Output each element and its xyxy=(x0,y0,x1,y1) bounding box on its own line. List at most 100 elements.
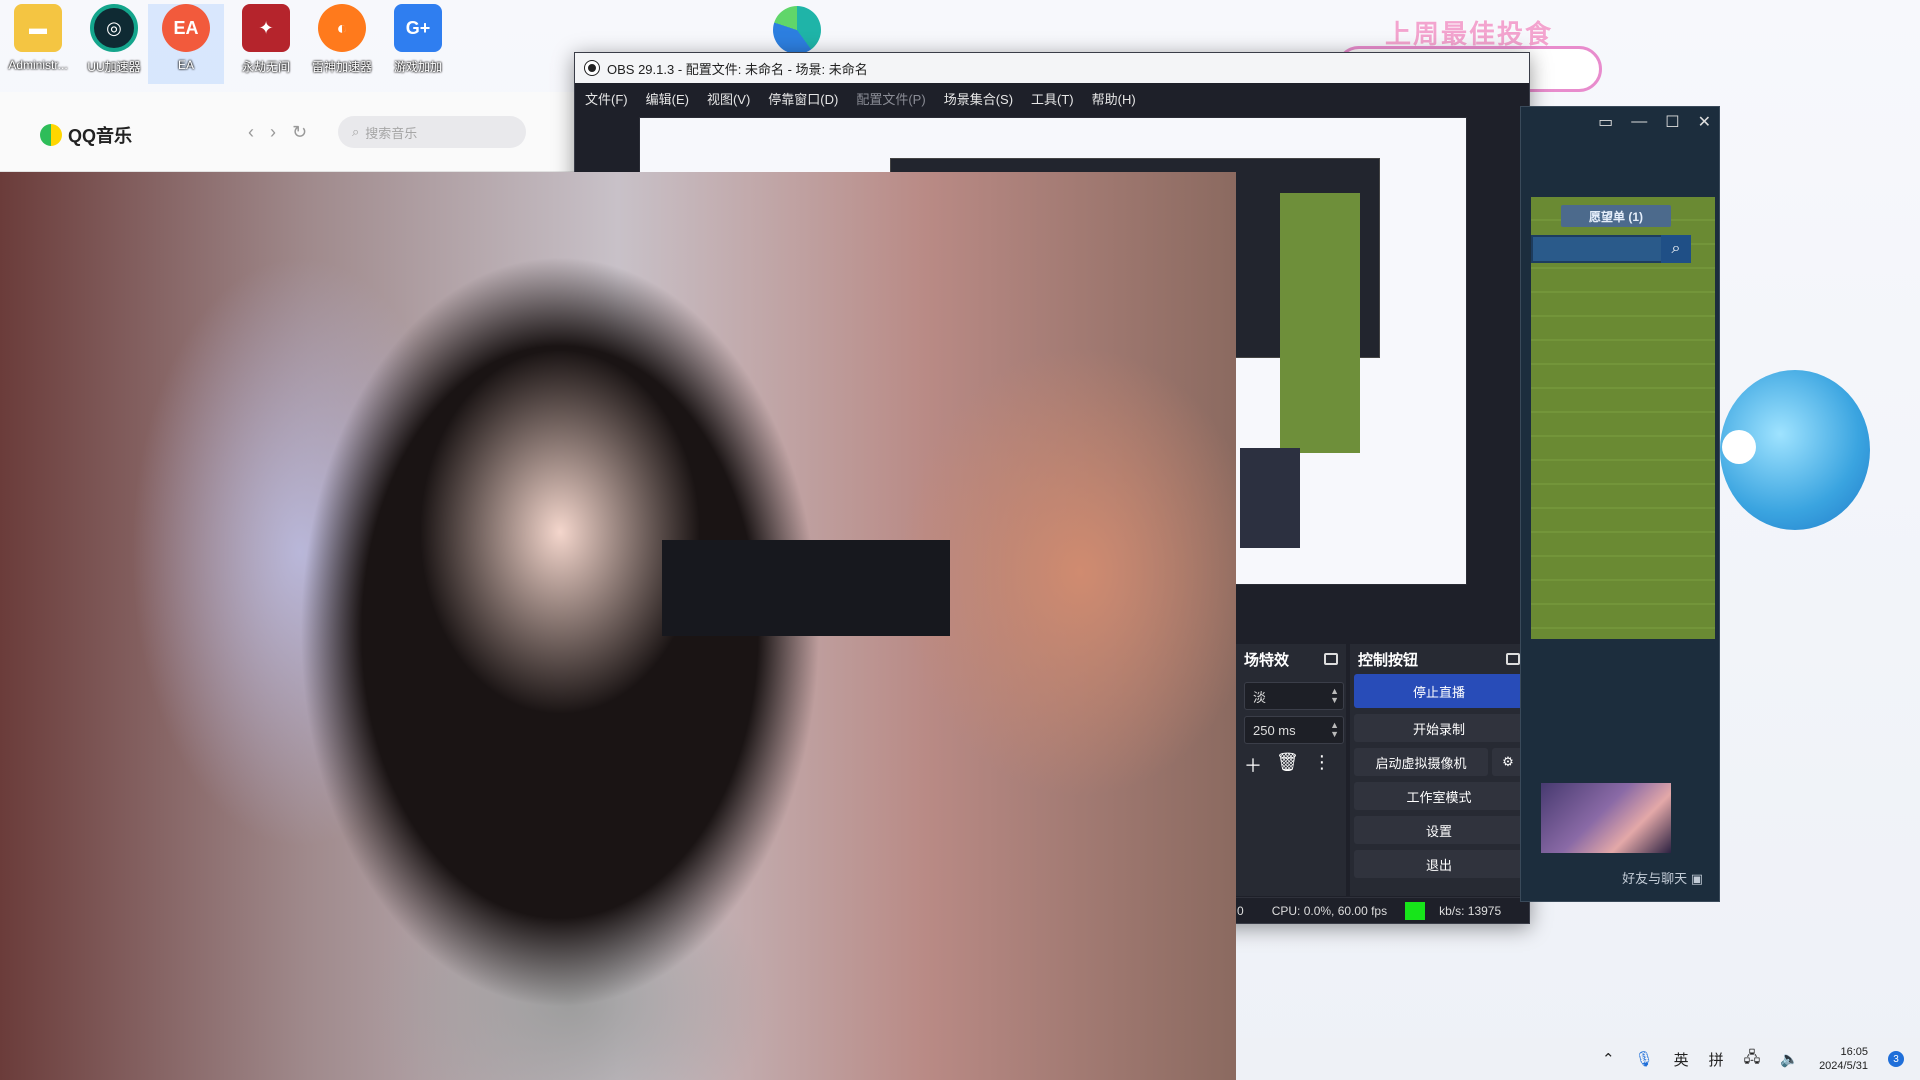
folder-icon: ▬ xyxy=(14,4,62,52)
wishlist-window-titlebar: ▭ — ☐ ✕ xyxy=(1521,107,1719,137)
settings-button[interactable]: 设置 xyxy=(1354,816,1524,844)
transition-duration-input[interactable]: 250 ms ▲ ▼ xyxy=(1244,716,1344,744)
qq-music-search-input[interactable]: ⌕ 搜索音乐 xyxy=(338,116,526,148)
menu-profile[interactable]: 配置文件(P) xyxy=(856,89,925,108)
virtual-camera-row: 启动虚拟摄像机 ⚙ xyxy=(1354,748,1524,776)
desktop-icon-administrator[interactable]: ▬ Administr... xyxy=(0,4,76,84)
add-icon[interactable]: ＋ xyxy=(1244,752,1262,778)
forward-arrow-icon[interactable]: › xyxy=(270,122,276,143)
chevron-up-icon[interactable]: ⌃ xyxy=(1602,1050,1615,1068)
obs-strip xyxy=(662,540,950,636)
game-thumbnail[interactable] xyxy=(1541,783,1671,853)
spin-arrows-icon[interactable]: ▲ ▼ xyxy=(1330,687,1339,705)
status-kbs: kb/s: 13975 xyxy=(1439,903,1502,918)
language-indicator[interactable]: 英 xyxy=(1674,1049,1689,1070)
desktop-icon-label: 雷神加速器 xyxy=(311,60,372,74)
game-plus-icon: G+ xyxy=(394,4,442,52)
obs-menubar: 文件(F) 编辑(E) 视图(V) 停靠窗口(D) 配置文件(P) 场景集合(S… xyxy=(575,83,1529,113)
exit-button[interactable]: 退出 xyxy=(1354,850,1524,878)
ime-indicator[interactable]: 拼 xyxy=(1709,1049,1724,1070)
dock-popout-icon[interactable] xyxy=(1324,653,1338,665)
trash-icon[interactable]: 🗑 xyxy=(1276,752,1299,778)
menu-edit[interactable]: 编辑(E) xyxy=(646,89,689,108)
volume-icon[interactable]: 🔈 xyxy=(1780,1050,1799,1068)
studio-mode-button[interactable]: 工作室模式 xyxy=(1354,782,1524,810)
wishlist-window: ▭ — ☐ ✕ 愿望单 (1) ⌕ 好友与聊天 ▣ xyxy=(1520,106,1720,902)
desktop-icon-uu[interactable]: ◎ UU加速器 xyxy=(76,4,152,84)
stream-health-indicator xyxy=(1405,901,1426,920)
spin-arrows-icon[interactable]: ▲ ▼ xyxy=(1330,721,1339,739)
dock-popout-icon[interactable] xyxy=(1506,653,1520,665)
friends-chat-label: 好友与聊天 xyxy=(1622,871,1688,886)
transition-actions: ＋ 🗑 ⋮ xyxy=(1244,752,1331,778)
desktop-icon-label: 永劫无间 xyxy=(241,60,290,74)
taskbar-tray: ⌃ 🎙 英 拼 🖧 🔈 16:05 2024/5/31 3 xyxy=(1236,1038,1920,1080)
menu-view[interactable]: 视图(V) xyxy=(707,89,750,108)
maximize-icon[interactable]: ☐ xyxy=(1665,112,1679,132)
desktop-icon-ea[interactable]: EA EA xyxy=(148,4,224,84)
search-icon[interactable]: ⌕ xyxy=(1661,235,1691,263)
refresh-icon[interactable]: ↻ xyxy=(292,122,307,143)
menu-tools[interactable]: 工具(T) xyxy=(1031,89,1074,108)
transition-duration-value: 250 ms xyxy=(1253,722,1296,738)
search-placeholder: 搜索音乐 xyxy=(365,125,418,141)
controls-dock-title: 控制按钮 xyxy=(1358,651,1419,669)
wishlist-panel xyxy=(1531,197,1715,639)
network-icon[interactable]: 🖧 xyxy=(1744,1047,1761,1072)
wishlist-tab[interactable]: 愿望单 (1) xyxy=(1561,205,1671,227)
desktop-icon-label: UU加速器 xyxy=(87,60,141,74)
webcam-video-feed xyxy=(0,172,1236,1080)
search-icon: ⌕ xyxy=(352,124,360,139)
mascot-eye xyxy=(1722,430,1756,464)
start-virtual-camera-button[interactable]: 启动虚拟摄像机 xyxy=(1354,748,1488,776)
transition-type-select[interactable]: 淡 ▲ ▼ xyxy=(1244,682,1344,710)
more-vertical-icon[interactable]: ⋮ xyxy=(1313,752,1331,778)
qq-music-window: QQ音乐 ‹ › ↻ ⌕ 搜索音乐 xyxy=(0,92,575,172)
obs-titlebar[interactable]: OBS 29.1.3 - 配置文件: 未命名 - 场景: 未命名 xyxy=(575,53,1529,83)
clock[interactable]: 16:05 2024/5/31 xyxy=(1819,1045,1868,1073)
scene-transitions-dock: 场特效 淡 ▲ ▼ 250 ms ▲ ▼ ＋ 🗑 ⋮ xyxy=(1236,644,1346,896)
chat-icon: ▣ xyxy=(1690,871,1703,886)
clock-time: 16:05 xyxy=(1840,1046,1868,1058)
controls-dock-header: 控制按钮 xyxy=(1350,644,1528,674)
notification-badge[interactable]: 3 xyxy=(1888,1051,1904,1067)
menu-help[interactable]: 帮助(H) xyxy=(1092,89,1136,108)
monitor-icon[interactable]: ▭ xyxy=(1598,112,1613,132)
minimize-icon[interactable]: — xyxy=(1631,113,1647,131)
start-recording-button[interactable]: 开始录制 xyxy=(1354,714,1524,742)
obs-logo-icon xyxy=(584,60,600,76)
menu-scene-collection[interactable]: 场景集合(S) xyxy=(944,89,1013,108)
leishen-accelerator-icon: ◐ xyxy=(318,4,366,52)
menu-docks[interactable]: 停靠窗口(D) xyxy=(768,89,838,108)
microphone-icon[interactable]: 🎙 xyxy=(1635,1050,1654,1068)
edge-icon[interactable] xyxy=(773,6,821,54)
naraka-icon: ✦ xyxy=(242,4,290,52)
qq-music-icon xyxy=(40,124,62,146)
desktop-icon-label: Administr... xyxy=(8,58,68,72)
nested-wishlist-preview xyxy=(1280,193,1360,453)
nested-controls-preview xyxy=(1240,448,1300,548)
transitions-dock-header: 场特效 xyxy=(1236,644,1346,674)
transition-type-value: 淡 xyxy=(1253,689,1267,705)
uu-accelerator-icon: ◎ xyxy=(90,4,138,52)
qq-music-app-name: QQ音乐 xyxy=(68,126,133,146)
desktop-icon-naraka[interactable]: ✦ 永劫无间 xyxy=(228,4,304,84)
clock-date: 2024/5/31 xyxy=(1819,1060,1868,1072)
desktop-icon-label: 游戏加加 xyxy=(393,60,442,74)
transitions-dock-title: 场特效 xyxy=(1244,651,1290,669)
status-cpu: CPU: 0.0%, 60.00 fps xyxy=(1271,903,1388,918)
stop-stream-button[interactable]: 停止直播 xyxy=(1354,674,1524,708)
status-left-value: 0 xyxy=(1237,903,1244,918)
friends-chat-button[interactable]: 好友与聊天 ▣ xyxy=(1622,868,1703,887)
desktop-icon-label: EA xyxy=(177,58,194,72)
obs-title: OBS 29.1.3 - 配置文件: 未命名 - 场景: 未命名 xyxy=(607,61,868,77)
back-arrow-icon[interactable]: ‹ xyxy=(248,122,254,143)
controls-dock: 控制按钮 停止直播 开始录制 启动虚拟摄像机 ⚙ 工作室模式 设置 退出 xyxy=(1350,644,1528,896)
wishlist-search-input[interactable] xyxy=(1531,235,1681,263)
qq-music-logo[interactable]: QQ音乐 xyxy=(40,122,132,148)
desktop-icon-leishen[interactable]: ◐ 雷神加速器 xyxy=(304,4,380,84)
close-icon[interactable]: ✕ xyxy=(1698,112,1711,132)
qq-music-nav: ‹ › ↻ xyxy=(248,122,307,143)
desktop-icon-game-plus[interactable]: G+ 游戏加加 xyxy=(380,4,456,84)
menu-file[interactable]: 文件(F) xyxy=(585,89,628,108)
